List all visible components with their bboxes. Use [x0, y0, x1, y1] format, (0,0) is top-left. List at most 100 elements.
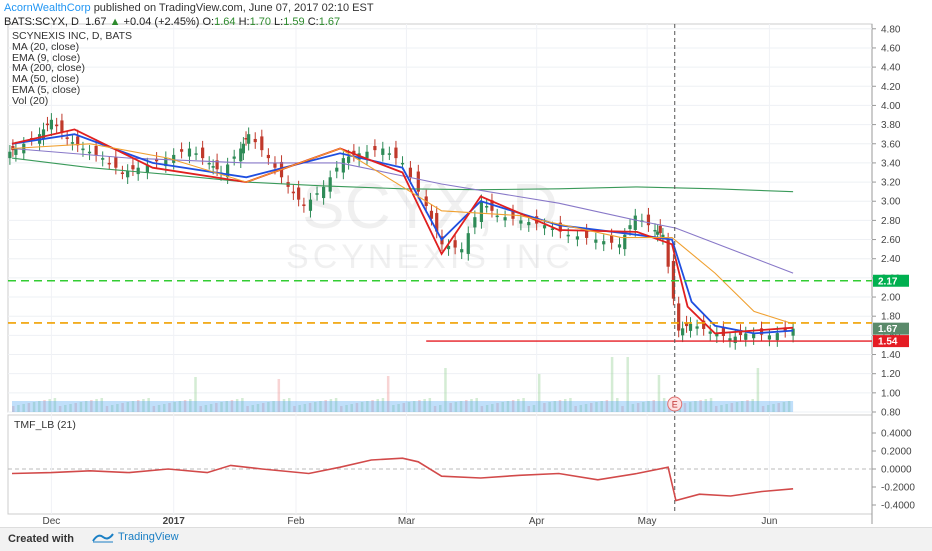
chart-canvas[interactable]: 4.80 4.60 4.40 4.20 4.00 3.80 3.60 3.40 3.20 3.00… [0, 0, 932, 550]
y-tick-label: 2.60 [881, 235, 901, 246]
candle-body [767, 335, 772, 340]
x-tick-label: Mar [398, 516, 416, 527]
candle-body [695, 326, 699, 329]
price-label: 1.67 [878, 324, 898, 335]
tradingview-link[interactable]: TradingView [92, 531, 179, 543]
candle-body [623, 234, 627, 250]
candle-body [602, 241, 606, 245]
candle-body [179, 149, 184, 152]
candle-body [744, 333, 748, 340]
legend-item[interactable]: Vol (20) [12, 95, 132, 107]
candle-body [131, 165, 135, 170]
candle-body [408, 167, 413, 178]
candle-body [708, 331, 712, 334]
tradingview-brand: TradingView [118, 531, 179, 543]
ohlc-open-label: O: [202, 16, 215, 28]
candle-body [381, 148, 385, 155]
candle-body [328, 177, 332, 192]
ohlc-high-value: 1.70 [249, 16, 271, 28]
candle-body [45, 123, 50, 126]
y-tick-label: 4.00 [881, 101, 901, 112]
candle-body [49, 119, 53, 130]
candle-body [101, 158, 105, 160]
up-arrow-icon: ▲ [109, 16, 121, 28]
osc-y-tick-label: 0.4000 [881, 429, 912, 440]
x-tick-label: Dec [42, 516, 60, 527]
x-tick-label: May [638, 516, 657, 527]
candle-body [194, 153, 198, 155]
candle-body [527, 221, 531, 226]
candle-body [187, 148, 192, 157]
ohlc-low-value: 1.59 [283, 16, 305, 28]
candle-body [373, 145, 377, 151]
symbol-line: BATS:SCYX, D 1.67 ▲ +0.04 (+2.45%) O:1.6… [4, 16, 340, 28]
candle-body [232, 156, 236, 159]
candle-body [247, 134, 251, 144]
y-tick-label: 4.80 [881, 24, 901, 35]
candle-body [466, 233, 470, 254]
indicator-legend: SCYNEXIS INC, D, BATS MA (20, close) EMA… [12, 31, 132, 107]
y-tick-label: 0.80 [881, 408, 901, 419]
candle-body [681, 328, 685, 336]
candle-body [70, 142, 75, 144]
published-text: published on TradingView.com, June 07, 2… [93, 2, 374, 14]
candle-body [453, 240, 457, 248]
candle-body [479, 201, 484, 222]
y-tick-label: 3.20 [881, 178, 901, 189]
osc-y-tick-label: -0.4000 [881, 501, 915, 512]
candle-body [22, 143, 26, 154]
candle-body [273, 162, 277, 168]
candle-body [485, 206, 489, 208]
candle-body [14, 148, 18, 155]
candle-body [126, 170, 130, 178]
candle-body [322, 186, 326, 199]
candle-body [688, 323, 693, 331]
candle-body [315, 193, 319, 195]
y-tick-label: 4.40 [881, 63, 901, 74]
candle-body [308, 199, 313, 211]
x-tick-label: Apr [529, 516, 545, 527]
oscillator-pane [7, 414, 873, 515]
y-tick-label: 3.80 [881, 120, 901, 131]
candle-body [542, 225, 547, 229]
candle-body [387, 153, 391, 155]
y-tick-label: 3.00 [881, 197, 901, 208]
legend-item[interactable]: MA (20, close) [12, 41, 132, 53]
x-tick-label: 2017 [163, 516, 186, 527]
candle-body [646, 214, 651, 226]
y-tick-label: 4.60 [881, 43, 901, 54]
candle-body [566, 234, 570, 237]
y-tick-label: 2.80 [881, 216, 901, 227]
y-tick-label: 2.40 [881, 254, 901, 265]
candle-body [575, 236, 580, 240]
candle-body [335, 167, 339, 172]
candle-body [347, 156, 351, 163]
candle-body [658, 225, 662, 234]
price-label: 2.17 [878, 276, 898, 287]
candle-body [633, 215, 637, 230]
candle-body [733, 336, 737, 344]
candle-body [775, 333, 779, 341]
candle-body [253, 138, 257, 143]
candle-body [266, 154, 270, 159]
footer-bar: Created with TradingView [0, 527, 932, 551]
candle-body [120, 172, 125, 174]
author-link[interactable]: AcornWealthCorp [4, 2, 91, 14]
y-tick-label: 1.40 [881, 350, 901, 361]
candle-body [107, 162, 111, 165]
candle-body [585, 230, 589, 238]
price-change: +0.04 (+2.45%) [123, 16, 200, 28]
candle-body [55, 124, 59, 127]
x-tick-label: Feb [287, 516, 305, 527]
candle-body [65, 137, 69, 139]
y-tick-label: 3.40 [881, 158, 901, 169]
candle-body [8, 151, 12, 159]
tmf-legend[interactable]: TMF_LB (21) [14, 419, 76, 431]
candle-body [519, 220, 523, 224]
candle-body [628, 225, 632, 230]
candle-body [495, 215, 499, 218]
symbol: BATS:SCYX, D [4, 16, 79, 28]
candle-body [60, 120, 64, 133]
ohlc-low-label: L: [274, 16, 284, 28]
candle-body [617, 244, 622, 248]
